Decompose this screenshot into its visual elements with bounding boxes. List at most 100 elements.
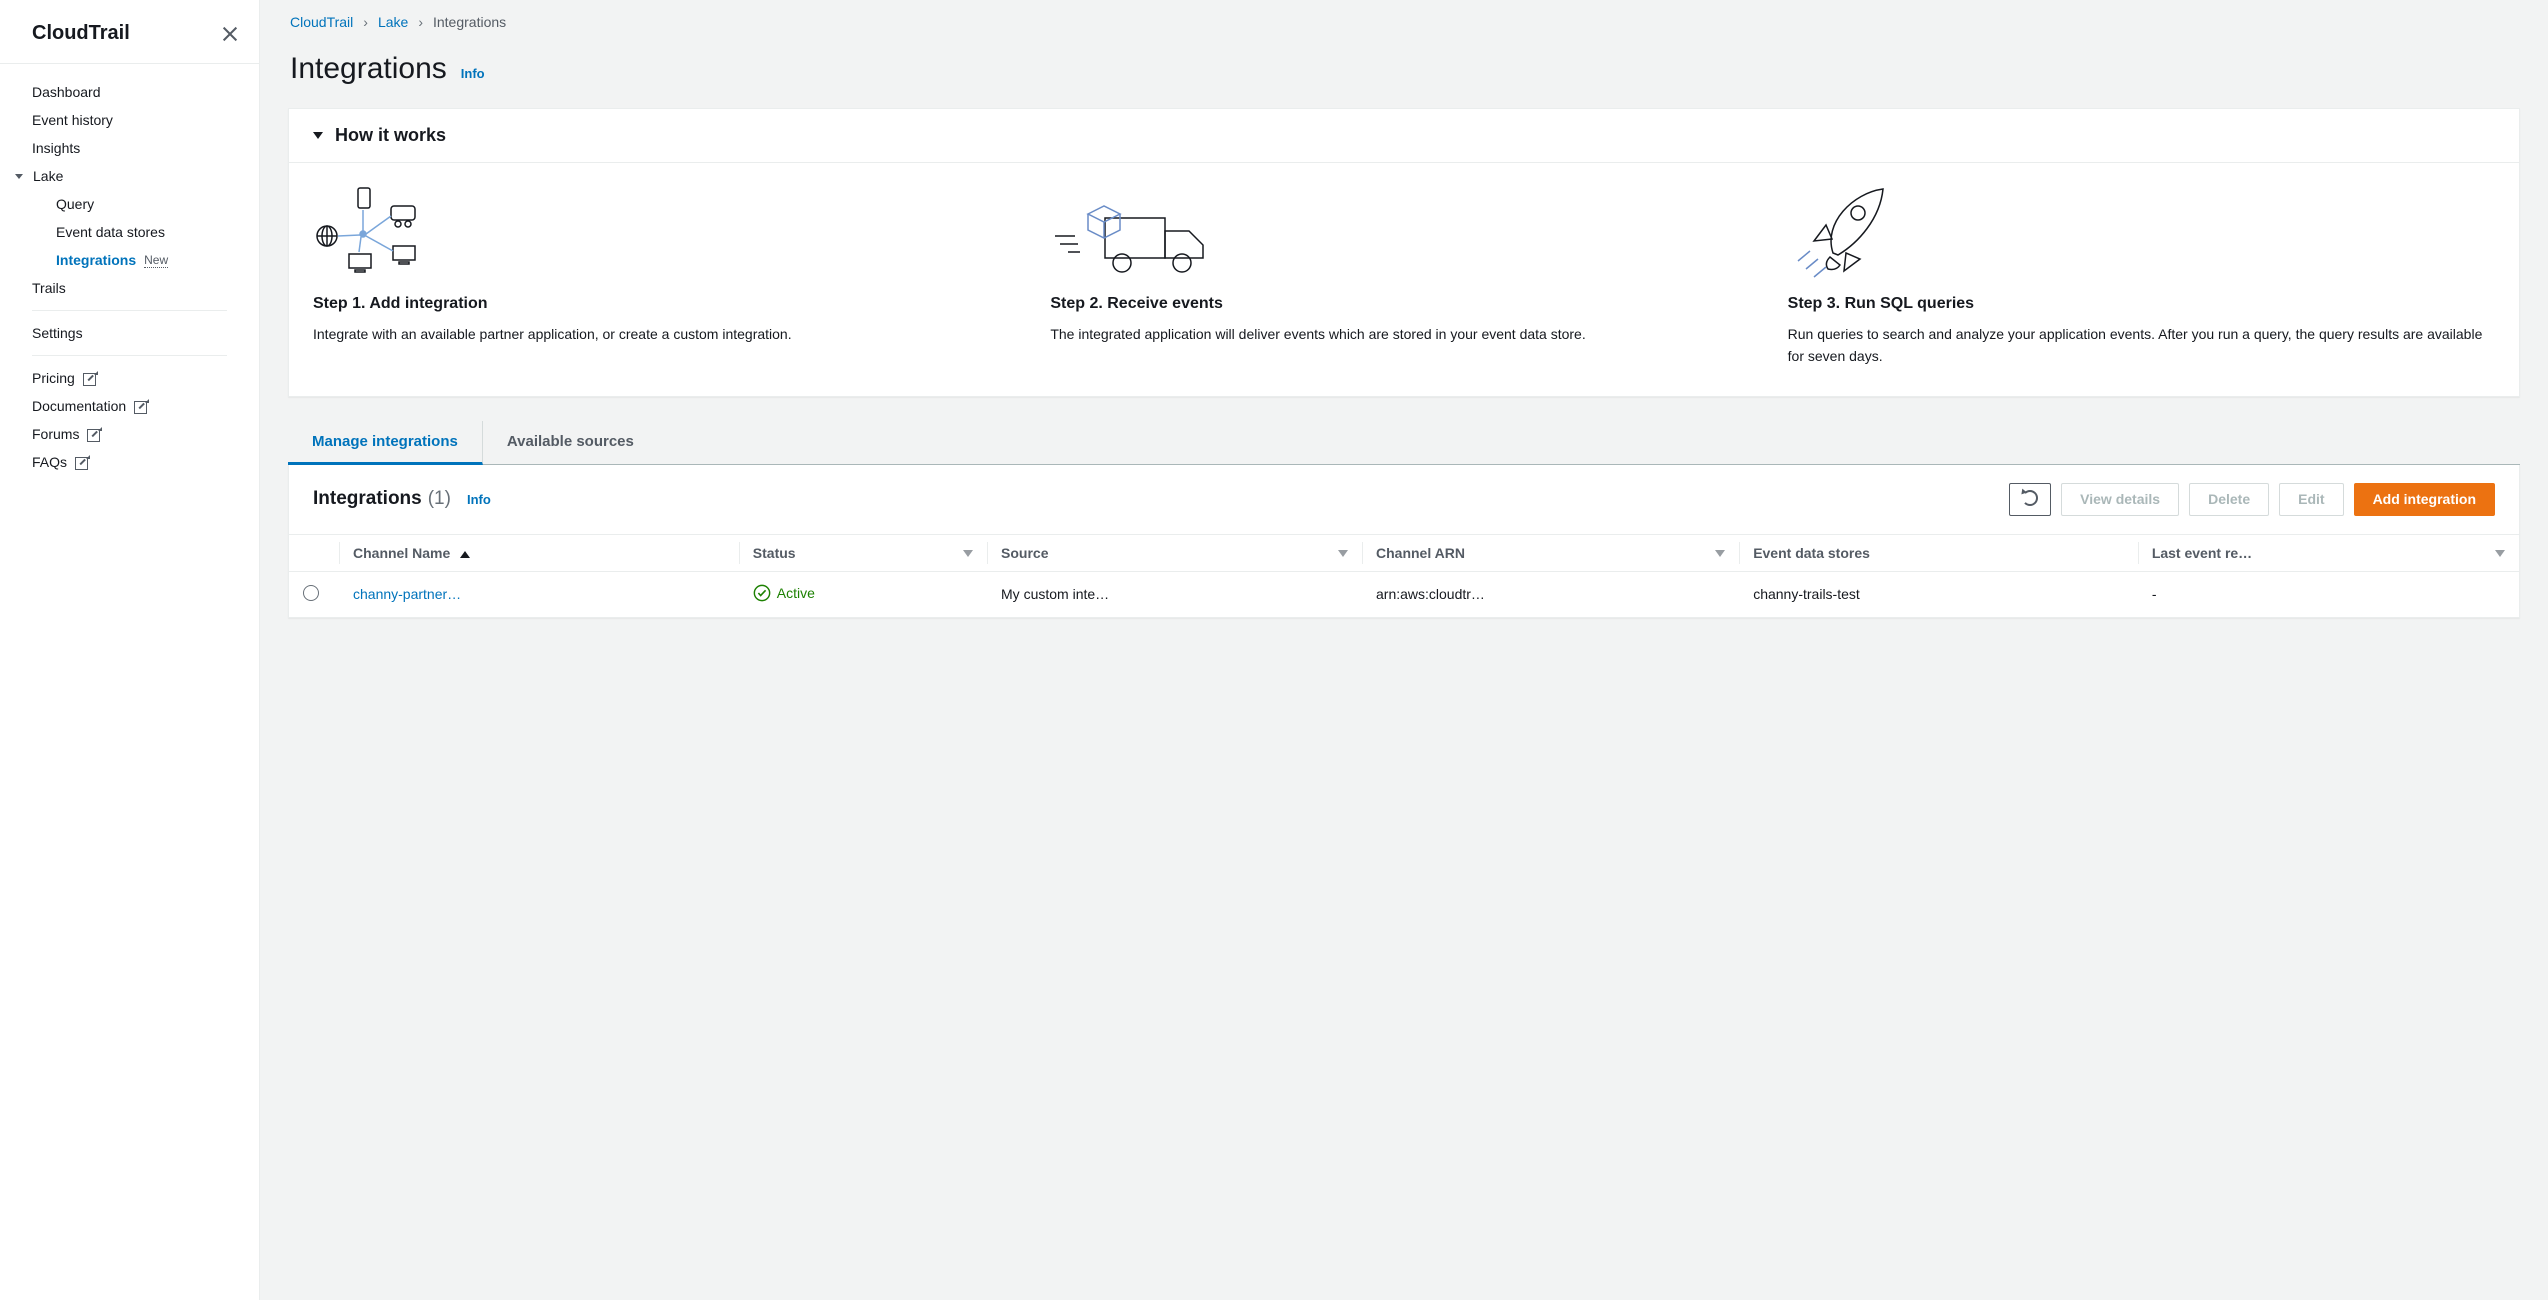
nav-label: Query (56, 196, 94, 212)
external-link-icon (134, 401, 147, 414)
sidebar-title: CloudTrail (32, 22, 130, 45)
step-3-body: Run queries to search and analyze your a… (1788, 323, 2495, 368)
nav-pricing[interactable]: Pricing (0, 364, 259, 392)
filter-icon (1715, 550, 1725, 557)
nav-insights[interactable]: Insights (0, 134, 259, 162)
integrations-table: Channel Name Status Source (289, 534, 2519, 617)
nav-label: Dashboard (32, 84, 101, 100)
integrations-list-title: Integrations (1) Info (313, 488, 491, 510)
status-text: Active (777, 585, 815, 601)
nav-event-history[interactable]: Event history (0, 106, 259, 134)
sidebar: CloudTrail Dashboard Event history Insig… (0, 0, 260, 1300)
col-channel-arn[interactable]: Channel ARN (1362, 534, 1739, 571)
delete-button[interactable]: Delete (2189, 483, 2269, 516)
integration-network-icon (313, 183, 1020, 283)
nav-label: Event data stores (56, 224, 165, 240)
nav-label: Integrations (56, 252, 136, 268)
page-title-row: Integrations Info (288, 52, 2520, 86)
cell-event-data-stores: channy-trails-test (1739, 571, 2138, 617)
nav-documentation[interactable]: Documentation (0, 392, 259, 420)
row-radio[interactable] (303, 585, 319, 601)
nav-dashboard[interactable]: Dashboard (0, 78, 259, 106)
integrations-list-header: Integrations (1) Info View details Delet… (289, 465, 2519, 534)
chevron-right-icon: › (363, 14, 368, 30)
col-channel-name[interactable]: Channel Name (339, 534, 739, 571)
cell-last-event: - (2138, 571, 2519, 617)
col-event-data-stores[interactable]: Event data stores (1739, 534, 2138, 571)
steps-container: Step 1. Add integration Integrate with a… (289, 163, 2519, 396)
step-1: Step 1. Add integration Integrate with a… (313, 183, 1020, 368)
sort-asc-icon (460, 551, 470, 558)
col-label: Source (1001, 545, 1048, 561)
check-circle-icon (753, 584, 771, 602)
breadcrumb: CloudTrail › Lake › Integrations (288, 14, 2520, 30)
title-text: Integrations (313, 488, 422, 510)
status-badge: Active (753, 584, 815, 602)
nav-trails[interactable]: Trails (0, 274, 259, 302)
refresh-button[interactable] (2009, 483, 2051, 516)
integrations-count: (1) (428, 488, 451, 510)
nav-label: Documentation (32, 398, 126, 414)
cell-channel-name[interactable]: channy-partner… (353, 586, 461, 602)
step-1-body: Integrate with an available partner appl… (313, 323, 1020, 345)
step-2-body: The integrated application will deliver … (1050, 323, 1757, 345)
tab-available-sources[interactable]: Available sources (483, 421, 658, 464)
step-1-title: Step 1. Add integration (313, 295, 1020, 313)
breadcrumb-cloudtrail[interactable]: CloudTrail (290, 14, 353, 30)
nav-label: Settings (32, 325, 83, 341)
table-row[interactable]: channy-partner… Active My custom inte… a… (289, 571, 2519, 617)
filter-icon (2495, 550, 2505, 557)
nav-label: Event history (32, 112, 113, 128)
filter-icon (1338, 550, 1348, 557)
step-2-title: Step 2. Receive events (1050, 295, 1757, 313)
integrations-list-panel: Integrations (1) Info View details Delet… (288, 465, 2520, 618)
refresh-icon (2022, 490, 2038, 506)
view-details-button[interactable]: View details (2061, 483, 2179, 516)
step-3: Step 3. Run SQL queries Run queries to s… (1788, 183, 2495, 368)
rocket-icon (1788, 183, 2495, 283)
col-last-event[interactable]: Last event re… (2138, 534, 2519, 571)
cell-channel-arn: arn:aws:cloudtr… (1362, 571, 1739, 617)
filter-icon (963, 550, 973, 557)
nav-section-main: Dashboard Event history Insights Lake Qu… (0, 64, 259, 490)
edit-button[interactable]: Edit (2279, 483, 2343, 516)
page-title: Integrations (290, 52, 447, 86)
close-icon[interactable] (221, 25, 239, 43)
col-label: Event data stores (1753, 545, 1870, 561)
nav-integrations[interactable]: Integrations New (0, 246, 259, 274)
nav-event-data-stores[interactable]: Event data stores (0, 218, 259, 246)
how-it-works-header[interactable]: How it works (289, 109, 2519, 163)
col-label: Channel ARN (1376, 545, 1465, 561)
delivery-truck-icon (1050, 183, 1757, 283)
add-integration-button[interactable]: Add integration (2354, 483, 2495, 516)
nav-divider (32, 310, 227, 311)
nav-faqs[interactable]: FAQs (0, 448, 259, 476)
col-select (289, 534, 339, 571)
breadcrumb-current: Integrations (433, 14, 506, 30)
nav-label: Lake (33, 168, 63, 184)
how-it-works-title: How it works (335, 125, 446, 146)
caret-down-icon (313, 132, 323, 139)
tab-manage-integrations[interactable]: Manage integrations (288, 421, 483, 465)
cell-source: My custom inte… (987, 571, 1362, 617)
breadcrumb-lake[interactable]: Lake (378, 14, 408, 30)
info-link[interactable]: Info (461, 66, 485, 81)
nav-settings[interactable]: Settings (0, 319, 259, 347)
nav-lake[interactable]: Lake (0, 162, 259, 190)
col-source[interactable]: Source (987, 534, 1362, 571)
external-link-icon (83, 373, 96, 386)
nav-query[interactable]: Query (0, 190, 259, 218)
nav-label: FAQs (32, 454, 67, 470)
col-status[interactable]: Status (739, 534, 987, 571)
external-link-icon (87, 429, 100, 442)
integrations-actions: View details Delete Edit Add integration (2009, 483, 2495, 516)
col-label: Channel Name (353, 545, 450, 561)
nav-forums[interactable]: Forums (0, 420, 259, 448)
how-it-works-panel: How it works (288, 108, 2520, 397)
sidebar-header: CloudTrail (0, 18, 259, 64)
info-link[interactable]: Info (467, 492, 491, 507)
col-label: Last event re… (2152, 545, 2252, 561)
step-3-title: Step 3. Run SQL queries (1788, 295, 2495, 313)
nav-label: Trails (32, 280, 66, 296)
nav-label: Insights (32, 140, 80, 156)
